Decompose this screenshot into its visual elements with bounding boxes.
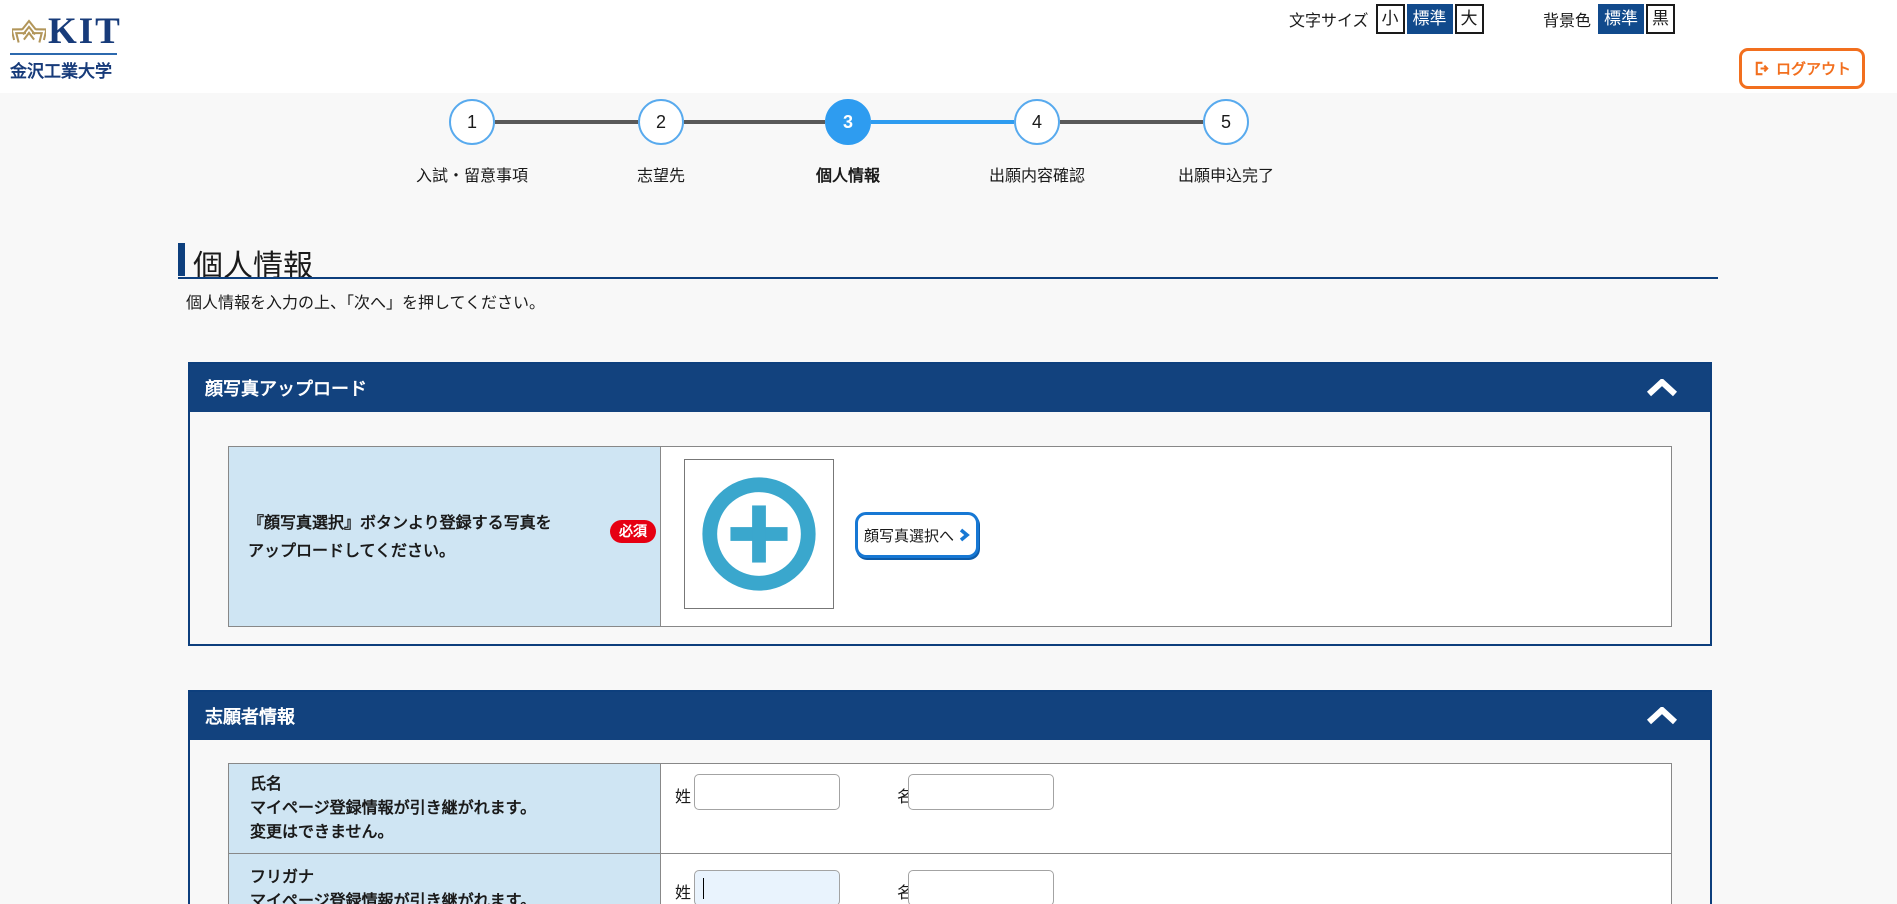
photo-description-line1: 『顔写真選択』ボタンより登録する写真を — [248, 510, 552, 538]
applicant-section-title: 志願者情報 — [190, 703, 295, 729]
logo-underline — [10, 53, 117, 55]
text-cursor — [703, 878, 704, 899]
step-3-circle: 3 — [825, 99, 871, 145]
font-size-large-button[interactable]: 大 — [1455, 4, 1484, 34]
application-page: KIT 金沢工業大学 文字サイズ 小 標準 大 背景色 標準 黒 ログアウト — [0, 0, 1897, 904]
name-row-title: 氏名 — [250, 773, 536, 797]
bg-standard-button[interactable]: 標準 — [1598, 4, 1644, 34]
logo-acronym: KIT — [48, 12, 122, 52]
page-title-rule — [178, 277, 1718, 279]
page-title-accent-bar — [178, 243, 185, 276]
photo-upload-table: 『顔写真選択』ボタンより登録する写真を アップロードしてください。 必須 顔写真… — [228, 446, 1672, 627]
plus-circle-icon — [695, 470, 823, 598]
stepper-connector-2 — [684, 120, 825, 124]
name-row-label: 氏名 マイページ登録情報が引き継がれます。 変更はできません。 — [250, 773, 536, 845]
applicant-info-section: 志願者情報 氏名 マイページ登録情報が引き継がれます。 変更はできません。 姓 … — [188, 690, 1712, 904]
chevron-right-icon — [959, 528, 970, 542]
name-row: 氏名 マイページ登録情報が引き継がれます。 変更はできません。 姓 名 — [229, 764, 1671, 853]
photo-upload-section: 顔写真アップロード 『顔写真選択』ボタンより登録する写真を アップロードしてくだ… — [188, 362, 1712, 646]
stepper-connector-4 — [1060, 120, 1203, 124]
family-name-input[interactable] — [694, 774, 840, 810]
chevron-up-icon[interactable] — [1646, 379, 1678, 397]
furigana-row-title: フリガナ — [250, 866, 536, 890]
photo-section-header: 顔写真アップロード — [190, 364, 1710, 412]
chevron-up-icon[interactable] — [1646, 707, 1678, 725]
logo-university-name: 金沢工業大学 — [10, 57, 112, 82]
header: KIT 金沢工業大学 文字サイズ 小 標準 大 背景色 標準 黒 — [0, 0, 1897, 93]
family-name-kana-input[interactable] — [694, 870, 840, 904]
stepper-connector-1 — [495, 120, 638, 124]
bg-black-button[interactable]: 黒 — [1646, 4, 1675, 34]
step-1-circle: 1 — [449, 99, 495, 145]
furigana-row: フリガナ マイページ登録情報が引き継がれます。 姓 名 — [229, 854, 1671, 904]
font-size-small-button[interactable]: 小 — [1376, 4, 1405, 34]
name-row-note2: 変更はできません。 — [250, 821, 536, 845]
step-1-label: 入試・留意事項 — [362, 162, 582, 186]
furigana-row-label: フリガナ マイページ登録情報が引き継がれます。 — [250, 866, 536, 904]
photo-description-cell: 『顔写真選択』ボタンより登録する写真を アップロードしてください。 必須 — [229, 447, 661, 626]
background-color-control: 背景色 標準 黒 — [1543, 3, 1675, 35]
required-badge: 必須 — [610, 520, 656, 543]
step-5-label: 出願申込完了 — [1116, 162, 1336, 186]
furigana-row-note1: マイページ登録情報が引き継がれます。 — [250, 890, 536, 904]
photo-description-line2: アップロードしてください。 — [248, 538, 552, 566]
kit-emblem-icon — [12, 12, 46, 52]
photo-select-button[interactable]: 顔写真選択へ — [855, 512, 979, 558]
photo-select-button-label: 顔写真選択へ — [864, 525, 954, 546]
font-size-standard-button[interactable]: 標準 — [1407, 4, 1453, 34]
photo-placeholder — [684, 459, 834, 609]
stepper-connector-3 — [871, 120, 1014, 124]
name-row-note1: マイページ登録情報が引き継がれます。 — [250, 797, 536, 821]
family-name-kana-label: 姓 — [673, 879, 693, 903]
step-5-circle: 5 — [1203, 99, 1249, 145]
step-2-circle: 2 — [638, 99, 684, 145]
font-size-control: 文字サイズ 小 標準 大 — [1289, 3, 1484, 35]
step-3-label: 個人情報 — [738, 162, 958, 186]
kit-logo: KIT 金沢工業大学 — [10, 10, 130, 80]
logout-label: ログアウト — [1776, 58, 1851, 79]
family-name-label: 姓 — [673, 783, 693, 807]
step-4-label: 出願内容確認 — [927, 162, 1147, 186]
step-4-circle: 4 — [1014, 99, 1060, 145]
photo-section-title: 顔写真アップロード — [190, 375, 367, 401]
font-size-label: 文字サイズ — [1289, 7, 1369, 31]
background-color-label: 背景色 — [1543, 7, 1591, 31]
applicant-info-table: 氏名 マイページ登録情報が引き継がれます。 変更はできません。 姓 名 フリガナ… — [228, 763, 1672, 904]
photo-description-text: 『顔写真選択』ボタンより登録する写真を アップロードしてください。 — [248, 510, 552, 566]
logout-icon — [1753, 60, 1770, 77]
logout-button[interactable]: ログアウト — [1739, 48, 1865, 89]
given-name-kana-input[interactable] — [908, 870, 1054, 904]
given-name-input[interactable] — [908, 774, 1054, 810]
page-instruction: 個人情報を入力の上、「次へ」を押してください。 — [186, 289, 545, 313]
applicant-section-header: 志願者情報 — [190, 692, 1710, 740]
